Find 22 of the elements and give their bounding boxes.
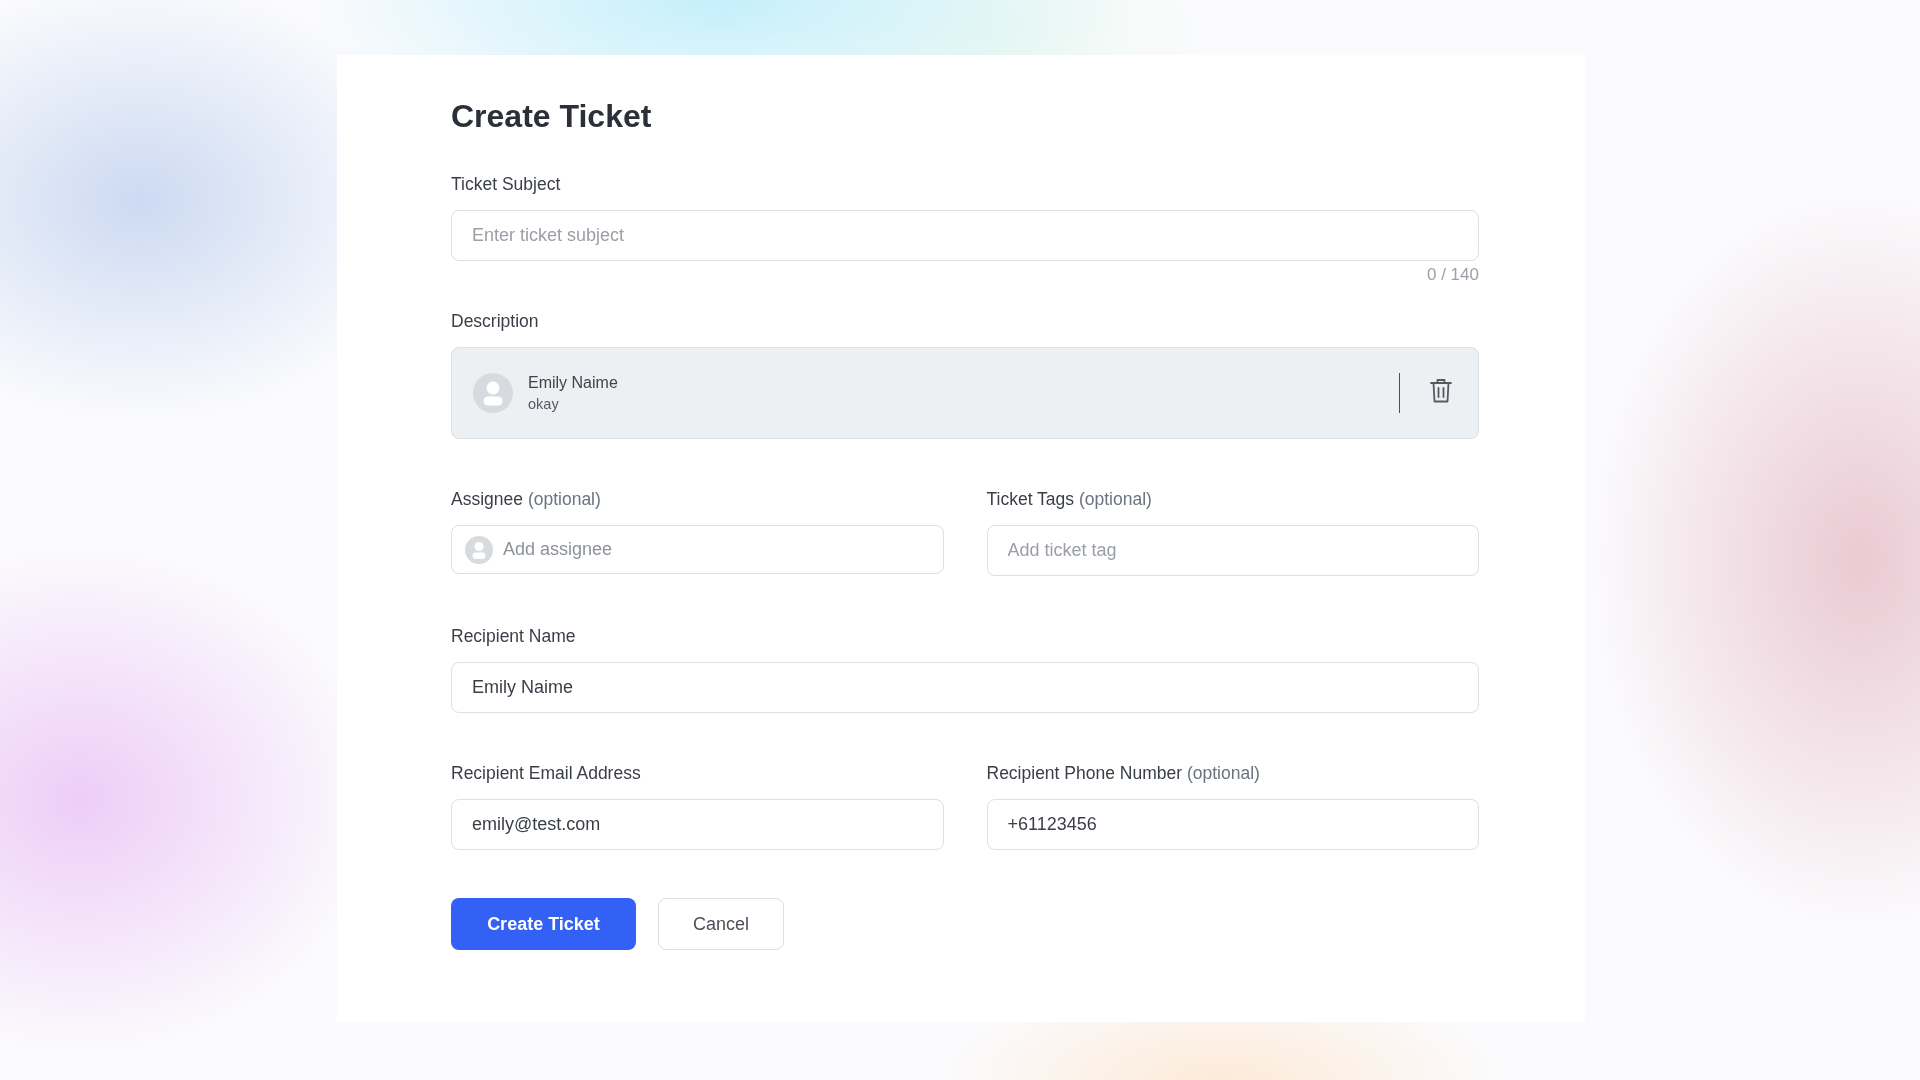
field-label: Recipient Phone Number (optional) — [986, 762, 1260, 785]
comment-author: Emily Naime — [528, 373, 618, 393]
field-label: Recipient Name — [451, 625, 576, 648]
create-button[interactable]: Create Ticket — [451, 898, 636, 950]
input-field[interactable]: +61123456 — [986, 799, 1479, 850]
field-label: Ticket Subject — [451, 173, 561, 196]
input-field[interactable]: emily@test.com — [451, 799, 944, 850]
input-field[interactable]: Add ticket tag — [986, 525, 1479, 576]
input-field[interactable]: Enter ticket subject — [451, 210, 1479, 261]
field-label: Recipient Email Address — [451, 762, 641, 785]
field-label: Ticket Tags (optional) — [986, 488, 1152, 511]
page-title: Create Ticket — [451, 97, 652, 136]
field-label: Description — [451, 310, 539, 333]
field-label: Assignee (optional) — [451, 488, 601, 511]
trash-icon[interactable] — [1430, 377, 1452, 403]
input-field[interactable]: Add assignee — [451, 525, 944, 574]
avatar-icon — [473, 373, 513, 413]
cancel-button[interactable]: Cancel — [658, 898, 784, 950]
person-icon — [465, 535, 493, 564]
comment-text: okay — [528, 395, 559, 414]
input-field[interactable]: Emily Naime — [451, 662, 1479, 713]
character-counter: 0 / 140 — [1427, 265, 1479, 285]
